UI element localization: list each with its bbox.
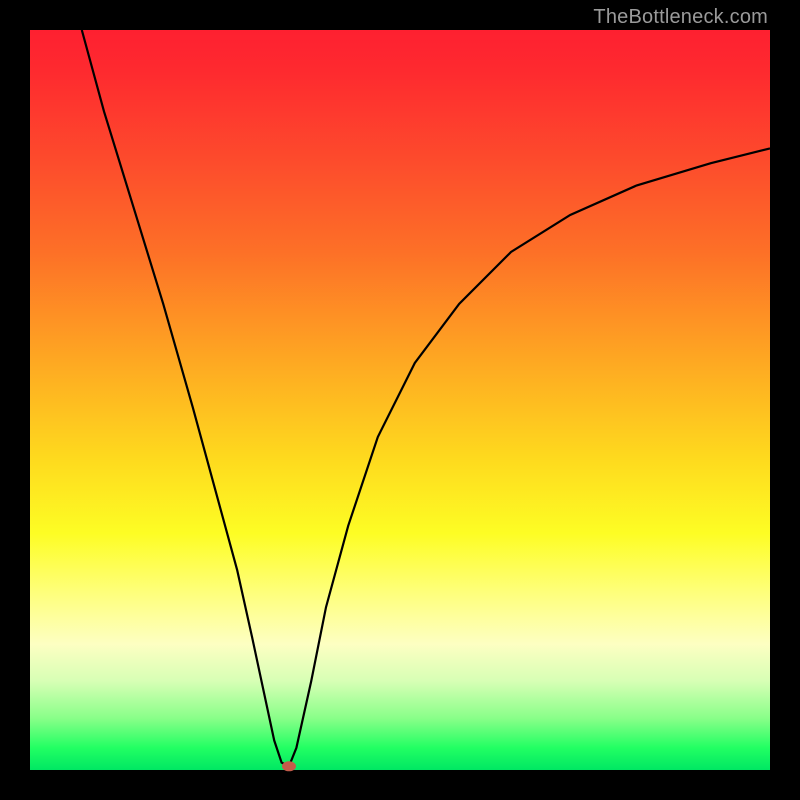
watermark-text: TheBottleneck.com [593, 6, 768, 29]
minimum-marker [282, 761, 296, 771]
bottleneck-curve [82, 30, 770, 766]
chart-frame: TheBottleneck.com [0, 0, 800, 800]
plot-area [30, 30, 770, 770]
curve-svg [30, 30, 770, 770]
